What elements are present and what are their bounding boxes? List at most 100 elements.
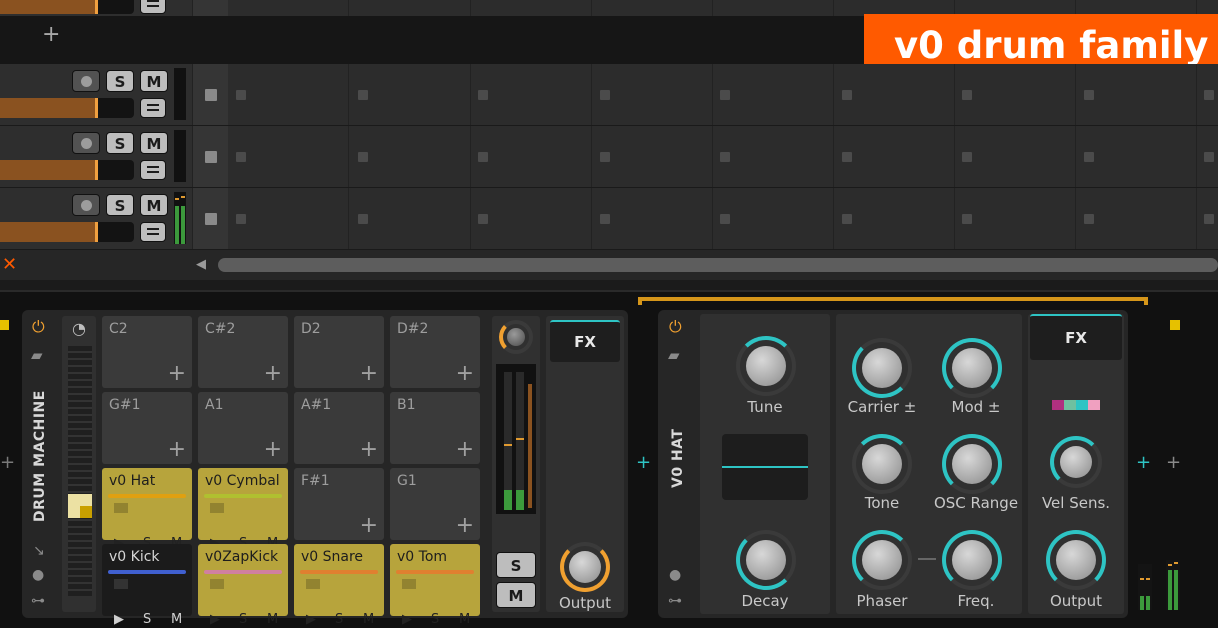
drum-pad[interactable]: v0 Hat▶SM [102, 468, 192, 551]
freq-knob[interactable] [942, 530, 1002, 590]
pad-mute-button[interactable]: M [363, 612, 374, 627]
pad-mute-button[interactable]: M [267, 612, 278, 627]
fx-button[interactable]: FX [550, 320, 620, 362]
horizontal-scrollbar[interactable]: ✕ ◀ [0, 250, 1218, 280]
power-icon[interactable]: ⏻ [669, 319, 682, 335]
drum-volume-knob[interactable] [499, 320, 533, 354]
clip-slot[interactable] [478, 213, 488, 224]
clip-slot[interactable] [1084, 89, 1094, 100]
record-arm-button[interactable] [72, 70, 100, 92]
volume-slider[interactable] [0, 222, 134, 242]
pad-play-icon[interactable]: ▶ [210, 612, 220, 627]
clip-slot[interactable] [962, 151, 972, 162]
drum-pad[interactable]: C#2 + [198, 316, 288, 388]
add-track-button[interactable]: + [42, 22, 60, 47]
decay-knob[interactable] [736, 530, 796, 590]
clip-slot[interactable] [600, 151, 610, 162]
clip-slot[interactable] [236, 151, 246, 162]
scrollbar-thumb[interactable] [218, 258, 1218, 272]
pad-solo-button[interactable]: S [431, 612, 439, 627]
drum-pad[interactable]: B1 + [390, 392, 480, 464]
add-sample-button[interactable]: + [264, 437, 282, 462]
pad-mute-button[interactable]: M [171, 612, 182, 627]
clip-slot[interactable] [600, 213, 610, 224]
track-menu-button[interactable] [140, 160, 166, 180]
clip-slot[interactable] [1084, 213, 1094, 224]
add-sample-button[interactable]: + [360, 513, 378, 538]
drum-solo-button[interactable]: S [496, 552, 536, 578]
clip-slot[interactable] [720, 89, 730, 100]
clock-icon[interactable]: ● [32, 568, 44, 582]
drum-pad[interactable]: D#2 + [390, 316, 480, 388]
osc-range-knob[interactable] [942, 434, 1002, 494]
link-icon[interactable]: ⊶ [668, 594, 682, 608]
stop-clip-button[interactable] [205, 88, 217, 101]
add-sample-button[interactable]: + [456, 361, 474, 386]
clock-icon[interactable]: ● [669, 568, 681, 582]
clip-slot[interactable] [720, 151, 730, 162]
pad-play-icon[interactable]: ▶ [306, 612, 316, 627]
add-sample-button[interactable]: + [264, 361, 282, 386]
clip-slot[interactable] [358, 213, 368, 224]
clip-slot[interactable] [1204, 213, 1214, 224]
track-menu-button[interactable] [140, 0, 166, 14]
clip-slot[interactable] [720, 213, 730, 224]
clip-slot[interactable] [358, 89, 368, 100]
mute-button[interactable]: M [140, 132, 168, 154]
pad-solo-button[interactable]: S [335, 612, 343, 627]
clip-slot[interactable] [1204, 89, 1214, 100]
add-sample-button[interactable]: + [168, 361, 186, 386]
tone-knob[interactable] [852, 434, 912, 494]
clip-slot[interactable] [842, 151, 852, 162]
clip-slot[interactable] [842, 89, 852, 100]
drum-pad[interactable]: D2 + [294, 316, 384, 388]
volume-slider[interactable] [0, 98, 134, 118]
mod-knob[interactable] [942, 338, 1002, 398]
add-sample-button[interactable]: + [168, 437, 186, 462]
clip-slot[interactable] [478, 89, 488, 100]
drum-pad[interactable]: A#1 + [294, 392, 384, 464]
insert-plus[interactable]: + [636, 452, 651, 473]
record-arm-button[interactable] [72, 132, 100, 154]
clip-slot[interactable] [600, 89, 610, 100]
keyboard-keys[interactable] [68, 346, 92, 596]
record-arm-button[interactable] [72, 194, 100, 216]
drum-pad[interactable]: v0 Snare ▶ S M [294, 544, 384, 627]
tune-knob[interactable] [736, 336, 796, 396]
clip-slot[interactable] [236, 89, 246, 100]
pad-solo-button[interactable]: S [143, 612, 151, 627]
add-sample-button[interactable]: + [456, 437, 474, 462]
drum-mute-button[interactable]: M [496, 582, 536, 608]
folder-icon[interactable]: ▰ [31, 348, 43, 363]
mute-button[interactable]: M [140, 194, 168, 216]
volume-slider[interactable] [0, 160, 134, 180]
stop-clip-button[interactable] [205, 150, 217, 163]
carrier-knob[interactable] [852, 338, 912, 398]
clip-slot[interactable] [962, 89, 972, 100]
add-sample-button[interactable]: + [360, 437, 378, 462]
insert-right-plus[interactable]: + [1136, 452, 1151, 473]
mute-button[interactable]: M [140, 70, 168, 92]
vel-sens-knob[interactable] [1050, 436, 1102, 488]
pad-play-icon[interactable]: ▶ [402, 612, 412, 627]
pad-play-icon[interactable]: ▶ [114, 612, 124, 627]
stop-clip-button[interactable] [205, 212, 217, 225]
link-icon[interactable]: ⊶ [31, 594, 45, 608]
volume-slider[interactable] [0, 0, 134, 14]
drum-pad[interactable]: G#1 + [102, 392, 192, 464]
clip-slot[interactable] [962, 213, 972, 224]
drum-pad[interactable]: v0 Kick ▶ S M [102, 544, 192, 627]
solo-button[interactable]: S [106, 194, 134, 216]
drum-pad[interactable]: C2 + [102, 316, 192, 388]
pad-grid-selector[interactable] [68, 494, 92, 518]
drum-pad[interactable]: G1 + [390, 468, 480, 540]
power-icon[interactable]: ⏻ [32, 319, 45, 335]
solo-button[interactable]: S [106, 70, 134, 92]
pad-mute-button[interactable]: M [459, 612, 470, 627]
hat-output-knob[interactable] [1046, 530, 1106, 590]
gauge-icon[interactable]: ◔ [72, 321, 86, 337]
scroll-left-icon[interactable]: ◀ [196, 257, 206, 272]
track-menu-button[interactable] [140, 222, 166, 242]
add-device-plus[interactable]: + [1166, 452, 1181, 473]
drum-output-knob[interactable] [560, 542, 610, 592]
